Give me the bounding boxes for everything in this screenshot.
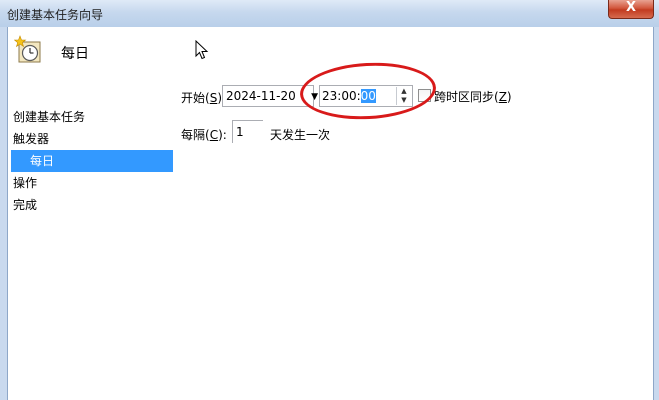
wizard-step-nav: 创建基本任务 触发器 每日 操作 完成 <box>8 106 174 216</box>
nav-item-finish[interactable]: 完成 <box>8 194 174 216</box>
start-time-input[interactable]: 23:00:00 ▲ ▼ <box>319 85 413 107</box>
nav-item-create-task[interactable]: 创建基本任务 <box>8 106 174 128</box>
spin-down-icon[interactable]: ▼ <box>397 96 411 105</box>
nav-item-daily[interactable]: 每日 <box>11 150 173 172</box>
nav-item-trigger[interactable]: 触发器 <box>8 128 174 150</box>
start-date-value: 2024-11-20 <box>226 89 296 103</box>
start-date-picker[interactable]: 2024-11-20 ▼ <box>222 85 318 107</box>
title-bar[interactable]: 创建基本任务向导 X <box>0 0 659 27</box>
window-title: 创建基本任务向导 <box>7 8 104 22</box>
task-clock-icon <box>14 35 41 63</box>
mouse-cursor-icon <box>195 40 209 60</box>
recur-days-value: 1 <box>236 125 244 139</box>
recur-suffix-label: 天发生一次 <box>270 128 331 142</box>
chevron-down-icon[interactable]: ▼ <box>311 92 318 102</box>
spin-up-icon[interactable]: ▲ <box>397 87 411 96</box>
sync-timezone-checkbox[interactable] <box>418 89 431 102</box>
close-icon: X <box>625 0 637 15</box>
start-time-selected-seconds: 00 <box>360 89 376 103</box>
close-button[interactable]: X <box>608 0 654 19</box>
page-title: 每日 <box>61 46 89 62</box>
time-spinner[interactable]: ▲ ▼ <box>396 87 411 105</box>
nav-item-action[interactable]: 操作 <box>8 172 174 194</box>
recur-label: 每隔(C): <box>181 128 227 142</box>
start-time-value: 23:00:00 <box>322 89 376 103</box>
wizard-client-area: 每日 创建基本任务 触发器 每日 操作 完成 <box>7 27 654 400</box>
start-label: 开始(S): <box>181 91 226 105</box>
sync-timezone-label[interactable]: 跨时区同步(Z) <box>434 88 512 105</box>
recur-days-input[interactable]: 1 <box>232 120 263 143</box>
